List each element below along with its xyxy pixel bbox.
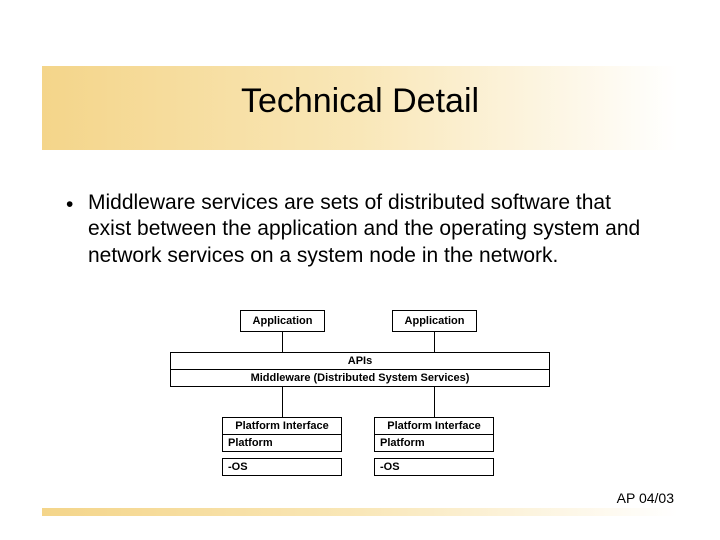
- diagram-box-platform-left: Platform: [222, 434, 342, 452]
- bullet-item: • Middleware services are sets of distri…: [66, 190, 656, 269]
- bullet-text: Middleware services are sets of distribu…: [88, 190, 656, 269]
- diagram-connector: [434, 387, 435, 417]
- diagram-box-platform-interface-left: Platform Interface: [222, 417, 342, 435]
- diagram-connector: [282, 387, 283, 417]
- diagram-connector: [282, 332, 283, 352]
- diagram-connector: [434, 332, 435, 352]
- slide: Technical Detail • Middleware services a…: [0, 0, 720, 540]
- footer-label: AP 04/03: [617, 490, 674, 506]
- diagram-box-os-right: -OS: [374, 458, 494, 476]
- footer-band: [42, 508, 678, 516]
- diagram-box-platform-right: Platform: [374, 434, 494, 452]
- diagram-box-apis: APIs: [170, 352, 550, 370]
- middleware-diagram: Application Application APIs Middleware …: [170, 310, 550, 490]
- diagram-box-platform-interface-right: Platform Interface: [374, 417, 494, 435]
- bullet-marker: •: [66, 190, 88, 218]
- diagram-box-application-right: Application: [392, 310, 477, 332]
- diagram-box-os-left: -OS: [222, 458, 342, 476]
- diagram-box-application-left: Application: [240, 310, 325, 332]
- diagram-box-middleware: Middleware (Distributed System Services): [170, 369, 550, 387]
- body-text-area: • Middleware services are sets of distri…: [66, 190, 656, 269]
- slide-title: Technical Detail: [0, 82, 720, 121]
